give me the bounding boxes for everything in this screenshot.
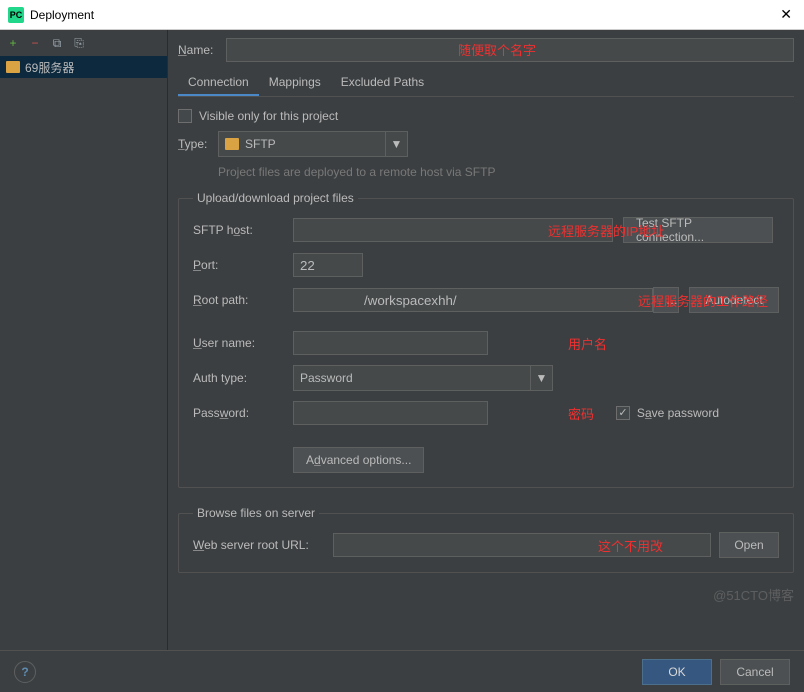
ok-button[interactable]: OK bbox=[642, 659, 712, 685]
save-password-label: Save password bbox=[637, 406, 719, 420]
tab-connection[interactable]: Connection bbox=[178, 70, 259, 96]
app-icon: PC bbox=[8, 7, 24, 23]
auth-select[interactable]: Password ▼ bbox=[293, 365, 553, 391]
add-icon[interactable]: + bbox=[6, 36, 20, 50]
paste-icon[interactable]: ⎘ bbox=[72, 36, 86, 51]
fieldset-upload: Upload/download project files SFTP host:… bbox=[178, 191, 794, 488]
tab-excluded[interactable]: Excluded Paths bbox=[331, 70, 434, 96]
host-field[interactable] bbox=[293, 218, 613, 242]
annotation-user: 用户名 bbox=[568, 334, 607, 353]
watermark: @51CTO博客 bbox=[713, 585, 794, 604]
fieldset-browse-legend: Browse files on server bbox=[193, 506, 319, 520]
user-label: User name: bbox=[193, 336, 293, 350]
port-field[interactable] bbox=[293, 253, 363, 277]
url-field[interactable] bbox=[333, 533, 711, 557]
auth-value: Password bbox=[300, 371, 353, 385]
annotation-pass: 密码 bbox=[568, 404, 594, 423]
sidebar: + − ⧉ ⎘ 69服务器 bbox=[0, 30, 168, 650]
chevron-down-icon: ▼ bbox=[530, 366, 552, 390]
sidebar-item-label: 69服务器 bbox=[25, 59, 74, 76]
auth-label: Auth type: bbox=[193, 371, 293, 385]
type-select[interactable]: SFTP ▼ bbox=[218, 131, 408, 157]
copy-icon[interactable]: ⧉ bbox=[50, 36, 64, 51]
name-field[interactable] bbox=[226, 38, 794, 62]
close-icon[interactable]: ✕ bbox=[776, 6, 796, 23]
user-field[interactable] bbox=[293, 331, 488, 355]
cancel-button[interactable]: Cancel bbox=[720, 659, 790, 685]
visible-label: Visible only for this project bbox=[199, 109, 338, 123]
advanced-options-button[interactable]: Advanced options... bbox=[293, 447, 424, 473]
remove-icon[interactable]: − bbox=[28, 36, 42, 50]
titlebar: PC Deployment ✕ bbox=[0, 0, 804, 30]
tab-mappings[interactable]: Mappings bbox=[259, 70, 331, 96]
port-label: Port: bbox=[193, 258, 293, 272]
test-connection-button[interactable]: Test SFTP connection... bbox=[623, 217, 773, 243]
type-hint: Project files are deployed to a remote h… bbox=[218, 165, 794, 179]
password-field[interactable] bbox=[293, 401, 488, 425]
type-label: Type: bbox=[178, 137, 218, 151]
sidebar-item-server[interactable]: 69服务器 bbox=[0, 56, 167, 78]
fieldset-upload-legend: Upload/download project files bbox=[193, 191, 358, 205]
save-password-checkbox[interactable] bbox=[616, 406, 630, 420]
footer: ? OK Cancel bbox=[0, 650, 804, 692]
name-label: Name: bbox=[178, 43, 226, 57]
root-field[interactable] bbox=[293, 288, 653, 312]
sidebar-toolbar: + − ⧉ ⎘ bbox=[0, 30, 167, 56]
type-value: SFTP bbox=[245, 137, 276, 151]
sftp-icon bbox=[225, 138, 239, 150]
pass-label: Password: bbox=[193, 406, 293, 420]
sftp-icon bbox=[6, 61, 20, 73]
root-label: Root path: bbox=[193, 293, 293, 307]
tabs: Connection Mappings Excluded Paths bbox=[178, 70, 794, 97]
host-label: SFTP host: bbox=[193, 223, 293, 237]
open-button[interactable]: Open bbox=[719, 532, 779, 558]
visible-checkbox[interactable] bbox=[178, 109, 192, 123]
browse-root-button[interactable]: … bbox=[653, 287, 679, 313]
chevron-down-icon: ▼ bbox=[385, 132, 407, 156]
help-icon[interactable]: ? bbox=[14, 661, 36, 683]
main-panel: Name: 随便取个名字 Connection Mappings Exclude… bbox=[168, 30, 804, 650]
autodetect-button[interactable]: Autodetect bbox=[689, 287, 779, 313]
fieldset-browse: Browse files on server Web server root U… bbox=[178, 506, 794, 573]
url-label: Web server root URL: bbox=[193, 538, 333, 552]
window-title: Deployment bbox=[30, 8, 776, 22]
